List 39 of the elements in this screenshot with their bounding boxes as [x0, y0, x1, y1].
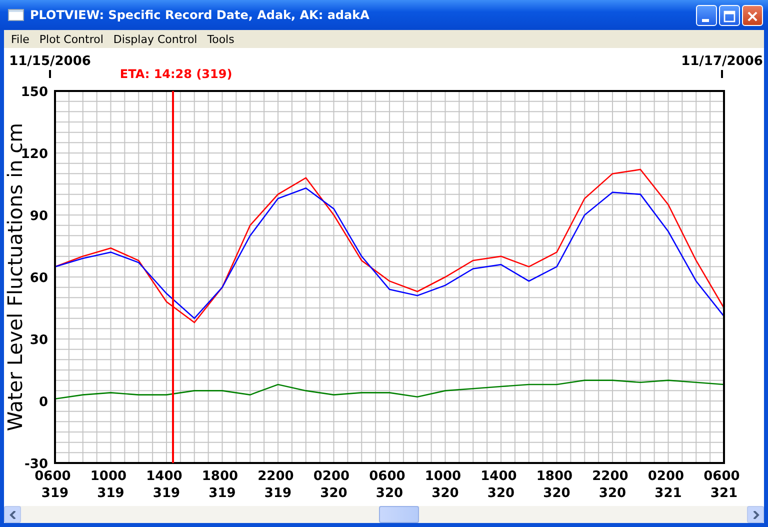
scroll-right-button[interactable]: [747, 506, 764, 523]
chevron-left-icon: [8, 510, 16, 518]
x-tick-label: 1800 320: [536, 469, 573, 501]
x-tick-label: 1400 320: [480, 469, 517, 501]
menu-item[interactable]: Tools: [202, 32, 240, 46]
window-icon: [8, 9, 24, 21]
close-button[interactable]: [742, 4, 763, 26]
menu-item[interactable]: Plot Control: [34, 32, 108, 46]
y-tick-label: 30: [30, 333, 48, 348]
x-tick-label: 0600 319: [34, 469, 71, 501]
y-tick-label: 60: [30, 271, 48, 286]
x-tick-label: 0200 321: [648, 469, 684, 501]
scroll-thumb[interactable]: [379, 506, 419, 523]
minimize-button[interactable]: [696, 4, 717, 26]
menu-item[interactable]: Display Control: [108, 32, 202, 46]
x-tick-label: 2200 319: [258, 469, 294, 501]
x-tick-label: 1000 319: [90, 469, 127, 501]
x-tick-label: 1400 319: [146, 469, 182, 501]
chevron-right-icon: [752, 510, 760, 518]
menu-item[interactable]: File: [6, 32, 34, 46]
date-tick: [721, 70, 723, 78]
x-tick-label: 0600 320: [369, 469, 406, 501]
horizontal-scrollbar[interactable]: [4, 506, 764, 523]
x-tick-label: 1800 319: [202, 469, 238, 501]
y-tick-label: 0: [38, 395, 48, 410]
y-tick-label: 90: [30, 209, 48, 224]
end-date-label: 11/17/2006: [681, 54, 763, 69]
x-tick-label: 2200 320: [592, 469, 628, 501]
x-tick-label: 0200 320: [313, 469, 350, 501]
start-date-label: 11/15/2006: [9, 54, 91, 69]
eta-label: ETA: 14:28 (319): [120, 67, 232, 81]
y-tick-label: 150: [20, 85, 48, 100]
minimize-icon: [702, 18, 709, 22]
window-title: PLOTVIEW: Specific Record Date, Adak, AK: adakA: [30, 8, 370, 22]
x-tick-label: 0600 321: [704, 469, 740, 501]
date-tick: [49, 70, 51, 78]
maximize-button[interactable]: [719, 4, 740, 26]
scroll-left-button[interactable]: [4, 506, 21, 523]
x-tick-label: 1000 320: [424, 469, 462, 501]
